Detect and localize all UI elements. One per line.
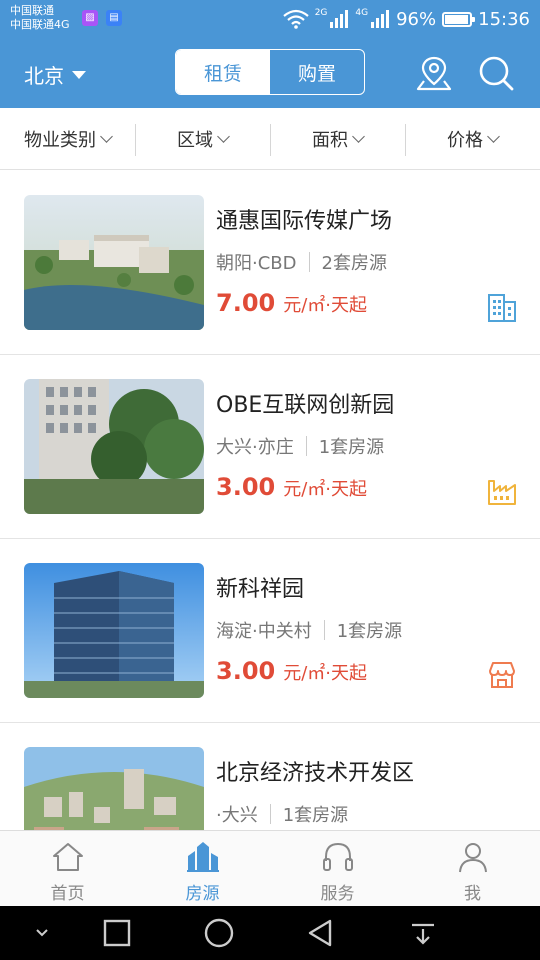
divider [305, 436, 307, 456]
divider [323, 620, 325, 640]
city-selector[interactable]: 北京 [24, 60, 86, 89]
listing-count: 1套房源 [318, 437, 385, 458]
list-item[interactable]: 通惠国际传媒广场 朝阳·CBD 2套房源 7.00 元/㎡·天起 [0, 171, 540, 355]
shop-icon [489, 662, 515, 688]
office-building-icon [488, 294, 516, 322]
filter-label: 价格 [447, 129, 483, 151]
tab-label: 服务 [320, 884, 355, 904]
headphones-icon [322, 842, 353, 871]
home-icon [52, 843, 83, 871]
listing-name: 通惠国际传媒广场 [216, 209, 393, 234]
listing-count: 2套房源 [321, 253, 387, 274]
listing-location: 大兴·亦庄 [216, 437, 294, 458]
listing-price: 3.00 [216, 657, 276, 685]
divider [308, 252, 310, 272]
status-bar: 中国联通 中国联通4G ▨ ▤ 2G 4G 96% 15:36 [0, 0, 540, 38]
listing-name: 北京经济技术开发区 [216, 761, 415, 786]
chevron-down-icon [217, 129, 230, 143]
filter-price[interactable]: 价格 [405, 123, 540, 156]
listing-photo [24, 379, 204, 514]
listing-photo [24, 563, 204, 698]
chevron-down-icon [100, 129, 113, 143]
carrier-2: 中国联通4G [10, 18, 70, 31]
filter-district[interactable]: 区域 [135, 123, 270, 156]
divider [269, 804, 271, 824]
search-icon[interactable] [476, 54, 516, 92]
factory-icon [488, 480, 516, 505]
listing-count: 1套房源 [282, 805, 349, 826]
user-icon [458, 843, 487, 873]
filter-label: 区域 [177, 129, 213, 151]
wifi-icon [282, 9, 309, 29]
chevron-down-icon [487, 129, 500, 143]
price-unit: 元/㎡·天起 [283, 479, 368, 500]
carrier-info: 中国联通 中国联通4G [10, 4, 70, 32]
filter-bar: 物业类别 区域 面积 价格 [0, 108, 540, 170]
listing-name: 新科祥园 [216, 577, 305, 602]
home-button-icon[interactable] [204, 918, 234, 948]
tab-label: 房源 [185, 884, 220, 904]
filter-label: 物业类别 [24, 129, 96, 151]
listing-photo [24, 195, 204, 330]
system-nav-bar [0, 906, 540, 960]
city-label: 北京 [24, 64, 64, 88]
chevron-down-icon[interactable] [27, 918, 57, 948]
filter-label: 面积 [312, 129, 348, 151]
map-location-icon[interactable] [414, 54, 454, 92]
battery-icon [442, 11, 476, 27]
caret-down-icon [72, 70, 86, 79]
listing-price: 7.00 [216, 289, 276, 317]
tab-listings[interactable]: 房源 [135, 831, 270, 906]
price-unit: 元/㎡·天起 [283, 295, 368, 316]
filter-property-type[interactable]: 物业类别 [0, 126, 135, 152]
listing-count: 1套房源 [336, 621, 403, 642]
signal-icon-2 [371, 10, 390, 28]
filter-area[interactable]: 面积 [270, 123, 405, 156]
network-type-1: 2G [314, 8, 328, 18]
recent-apps-icon[interactable] [102, 918, 132, 948]
buildings-icon [186, 842, 219, 872]
listing-list: 通惠国际传媒广场 朝阳·CBD 2套房源 7.00 元/㎡·天起 OBE互联网创新园… [0, 171, 540, 830]
carrier-1: 中国联通 [10, 4, 54, 17]
tab-label: 我 [464, 884, 481, 904]
listing-price: 3.00 [216, 473, 276, 501]
listing-location: ·大兴 [216, 805, 258, 826]
clock: 15:36 [478, 8, 530, 30]
app-notification-icon: ▤ [106, 10, 122, 26]
signal-icon [330, 10, 349, 28]
list-item[interactable]: OBE互联网创新园 大兴·亦庄 1套房源 3.00 元/㎡·天起 [0, 355, 540, 539]
notification-pull-icon[interactable] [408, 918, 438, 948]
listing-photo [24, 747, 204, 830]
tab-me[interactable]: 我 [405, 831, 540, 906]
back-icon[interactable] [306, 918, 336, 948]
gallery-notification-icon: ▨ [82, 10, 98, 26]
listing-name: OBE互联网创新园 [216, 393, 395, 418]
app-header: 北京 租赁 购置 [0, 38, 540, 108]
chevron-down-icon [352, 129, 365, 143]
listing-location: 海淀·中关村 [216, 621, 312, 642]
list-item[interactable]: 北京经济技术开发区 ·大兴 1套房源 [0, 723, 540, 830]
mode-switch: 租赁 购置 [175, 49, 365, 95]
price-unit: 元/㎡·天起 [283, 663, 368, 684]
battery-percent: 96% [396, 8, 437, 30]
listing-location: 朝阳·CBD [216, 253, 297, 274]
tab-home[interactable]: 首页 [0, 831, 135, 906]
tab-services[interactable]: 服务 [270, 831, 405, 906]
bottom-tab-bar: 首页 房源 服务 我 [0, 830, 540, 906]
network-type-2: 4G [355, 8, 369, 18]
tab-label: 首页 [50, 884, 85, 904]
tab-rent[interactable]: 租赁 [176, 50, 270, 94]
list-item[interactable]: 新科祥园 海淀·中关村 1套房源 3.00 元/㎡·天起 [0, 539, 540, 723]
tab-purchase[interactable]: 购置 [270, 50, 364, 94]
